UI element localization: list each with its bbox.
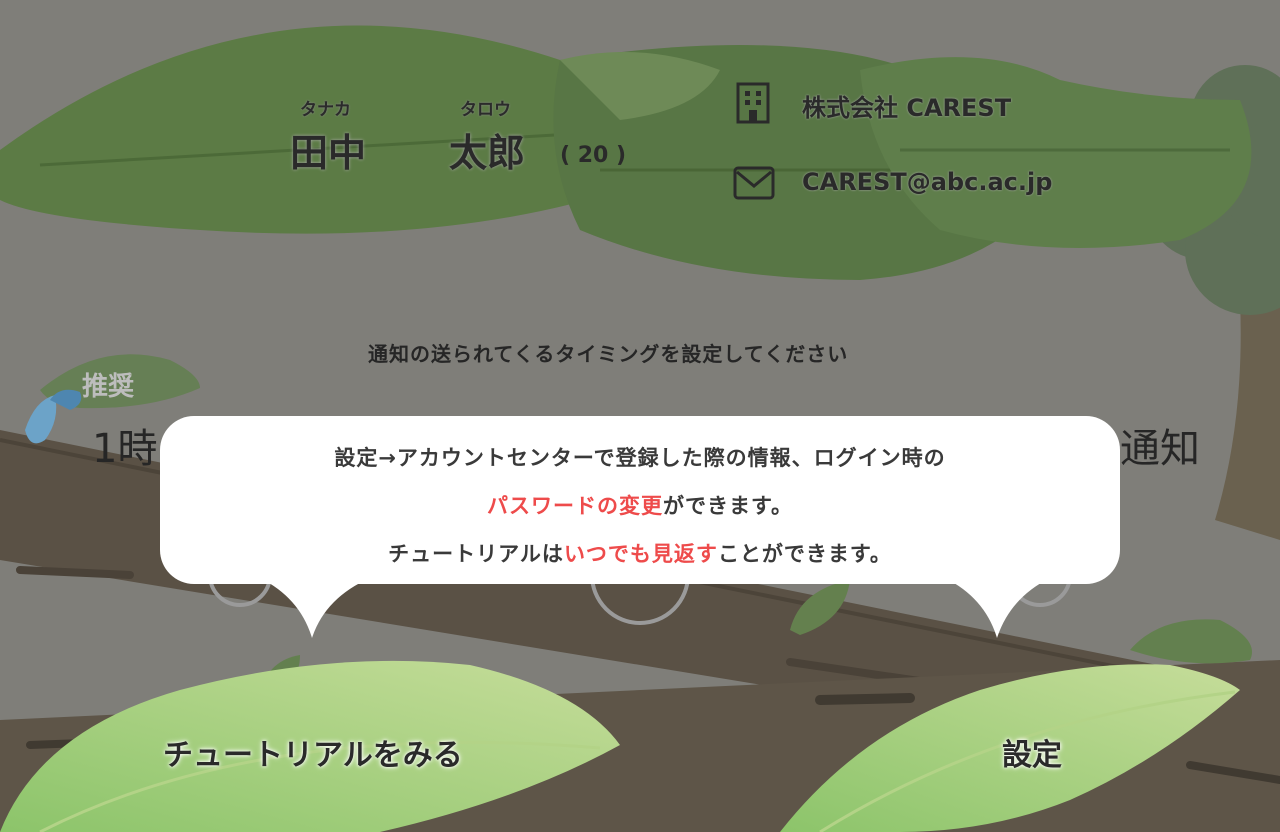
tutorial-button[interactable]: チュートリアルをみる: [163, 730, 463, 774]
tooltip-pointers: [260, 578, 1050, 638]
email-address: CAREST@abc.ac.jp: [802, 168, 1053, 196]
last-name: 田中: [290, 131, 367, 175]
company-name: 株式会社 CAREST: [802, 94, 1012, 122]
tooltip-line-3-prefix: チュートリアルは: [388, 542, 564, 566]
last-name-kana: タナカ: [300, 100, 351, 120]
building-icon: [736, 82, 770, 124]
age: ( 20 ): [560, 143, 627, 168]
tooltip-line-2: パスワードの変更ができます。: [160, 490, 1120, 520]
timing-option-right[interactable]: 通知: [1120, 416, 1200, 474]
tooltip-line-3-rest: ことができます。: [717, 542, 892, 566]
first-name: 太郎: [449, 131, 526, 175]
timing-option-left[interactable]: 1時: [92, 416, 157, 474]
tooltip-line-3: チュートリアルはいつでも見返すことができます。: [160, 538, 1120, 568]
tooltip-highlight-review: いつでも見返す: [563, 542, 718, 566]
tooltip-line-1: 設定→アカウントセンターで登録した際の情報、ログイン時の: [334, 446, 946, 470]
first-name-kana: タロウ: [460, 100, 511, 120]
mail-icon: [733, 166, 775, 200]
tutorial-tooltip: 設定→アカウントセンターで登録した際の情報、ログイン時の パスワードの変更ができ…: [160, 416, 1120, 584]
settings-button[interactable]: 設定: [1002, 730, 1062, 774]
recommended-badge: 推奨: [82, 372, 135, 402]
tooltip-highlight-password: パスワードの変更: [487, 494, 664, 518]
tooltip-line-2-rest: ができます。: [663, 494, 793, 518]
notification-prompt: 通知の送られてくるタイミングを設定してください: [368, 342, 849, 366]
